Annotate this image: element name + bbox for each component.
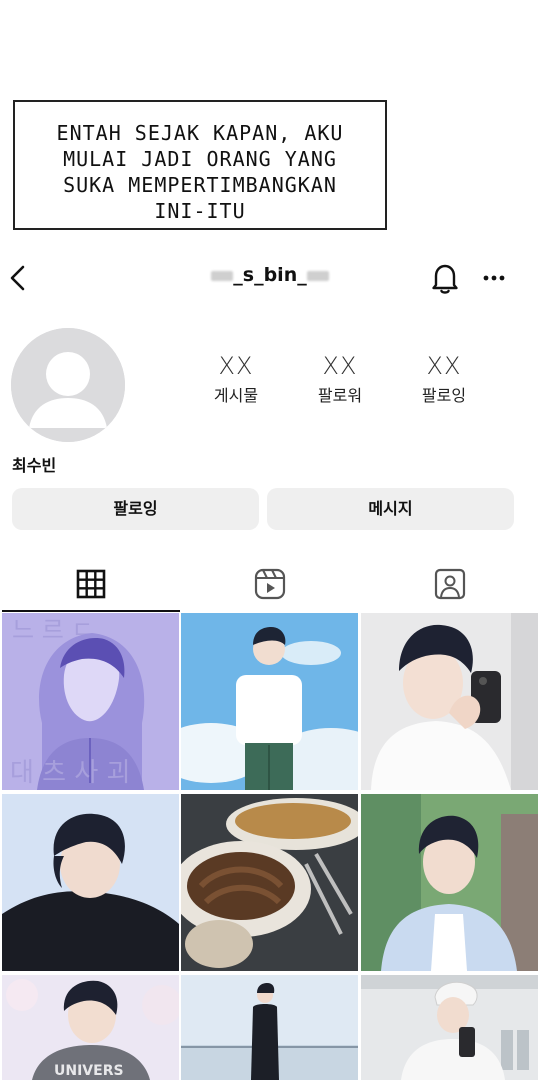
post-image: UNIVERS [2,975,179,1080]
profile-avatar[interactable] [11,328,125,442]
tagged-icon [434,568,466,600]
username-text: _s_bin_ [233,264,307,286]
post-image [361,794,538,971]
grid-icon [76,569,106,599]
post-thumbnail[interactable] [181,975,358,1080]
tab-reels[interactable] [250,564,290,604]
redacted-mark [306,270,329,281]
post-thumbnail[interactable] [181,613,358,790]
posts-label: 게시물 [213,386,259,405]
redacted-mark [211,270,234,281]
post-image [361,975,538,1080]
post-image [361,613,538,790]
post-image [2,794,179,971]
caption-line: ENTAH SEJAK KAPAN, AKU [56,121,344,145]
following-button[interactable]: 팔로잉 [12,488,259,530]
bell-icon [432,264,458,294]
message-button[interactable]: 메시지 [267,488,514,530]
caption-line: SUKA MEMPERTIMBANGKAN [63,173,337,197]
post-thumbnail[interactable] [181,794,358,971]
posts-stat[interactable]: XX 게시물 [186,352,286,406]
back-button[interactable] [6,262,32,294]
post-image [181,613,358,790]
followers-count: XX [322,352,358,380]
display-name: 최수빈 [12,456,57,475]
post-image: 느 르 ㄷ 대 츠 사 괴 [2,613,179,790]
caption-line: INI-ITU [154,199,246,223]
caption-text: ENTAH SEJAK KAPAN, AKU MULAI JADI ORANG … [15,120,385,224]
default-avatar-icon [11,328,125,442]
tab-tagged[interactable] [430,564,470,604]
profile-username: _s_bin_ [150,264,390,286]
svg-text:대 츠 사 괴: 대 츠 사 괴 [10,758,130,788]
caption-line: MULAI JADI ORANG YANG [63,147,337,171]
post-thumbnail[interactable] [361,613,538,790]
post-thumbnail[interactable] [361,794,538,971]
post-thumbnail[interactable]: 느 르 ㄷ 대 츠 사 괴 [2,613,179,790]
post-image [181,794,358,971]
following-count: XX [426,352,462,380]
notification-button[interactable] [428,260,462,296]
active-tab-indicator [2,610,180,612]
chevron-left-icon [10,265,25,291]
narration-caption: ENTAH SEJAK KAPAN, AKU MULAI JADI ORANG … [13,100,387,230]
post-thumbnail[interactable] [361,975,538,1080]
post-thumbnail[interactable]: UNIVERS [2,975,179,1080]
following-label: 팔로잉 [421,386,467,405]
post-image [181,975,358,1080]
following-stat[interactable]: XX 팔로잉 [394,352,494,406]
posts-count: XX [218,352,254,380]
svg-text:UNIVERS: UNIVERS [54,1063,124,1079]
tab-grid[interactable] [71,564,111,604]
more-options-button[interactable] [478,266,510,290]
reels-icon [254,568,286,600]
post-thumbnail[interactable] [2,794,179,971]
more-horizontal-icon [483,275,505,281]
followers-stat[interactable]: XX 팔로워 [290,352,390,406]
followers-label: 팔로워 [317,386,363,405]
